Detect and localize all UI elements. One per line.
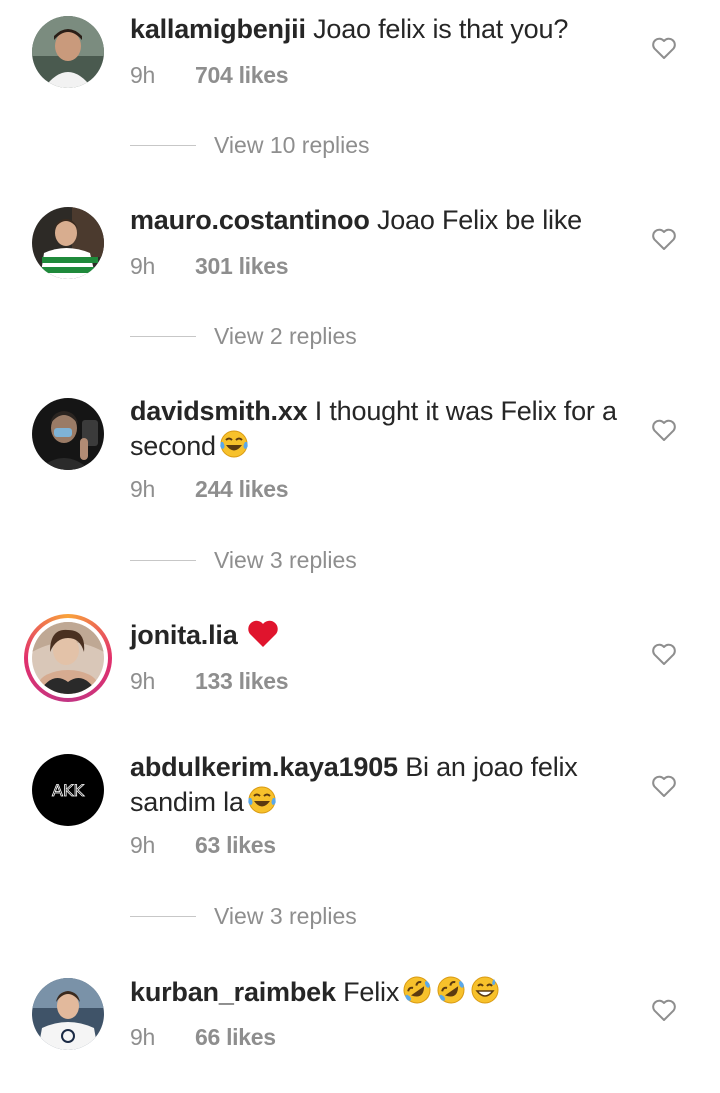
comment-text: Joao Felix be like — [376, 205, 582, 235]
heart-outline-icon[interactable] — [651, 774, 677, 798]
view-replies-button[interactable]: View 3 replies — [130, 901, 357, 931]
comment-meta: 9h 704 likes — [130, 62, 289, 89]
comment-username[interactable]: davidsmith.xx — [130, 396, 308, 426]
view-replies-button[interactable]: View 10 replies — [130, 130, 370, 160]
comment-time: 9h — [130, 668, 155, 694]
comment-username[interactable]: mauro.costantinoo — [130, 205, 370, 235]
view-replies-label[interactable]: View 3 replies — [214, 903, 357, 930]
comment-body: jonita.lia — [130, 618, 630, 652]
avatar[interactable] — [32, 398, 104, 470]
comment-time: 9h — [130, 62, 155, 88]
comment-time: 9h — [130, 1024, 155, 1050]
rolling-on-floor-laughing-emoji — [403, 976, 431, 1004]
avatar[interactable] — [32, 207, 104, 279]
comment-time: 9h — [130, 253, 155, 279]
tears-of-joy-emoji — [220, 430, 248, 458]
comment-likes[interactable]: 301 likes — [195, 253, 289, 279]
red-heart-emoji — [248, 620, 278, 647]
comment-username[interactable]: jonita.lia — [130, 620, 238, 650]
comment-time: 9h — [130, 832, 155, 858]
comment-username[interactable]: kallamigbenjii — [130, 14, 306, 44]
replies-divider — [130, 559, 196, 561]
heart-outline-icon[interactable] — [651, 642, 677, 666]
comment-meta: 9h 244 likes — [130, 476, 289, 503]
view-replies-label[interactable]: View 2 replies — [214, 323, 357, 350]
comment-body: abdulkerim.kaya1905 Bi an joao felix san… — [130, 750, 630, 819]
view-replies-button[interactable]: View 3 replies — [130, 545, 357, 575]
replies-divider — [130, 144, 196, 146]
avatar[interactable]: AKK — [32, 754, 104, 826]
avatar[interactable] — [32, 978, 104, 1050]
comment-body: kurban_raimbek Felix — [130, 974, 630, 1009]
tears-of-joy-emoji — [248, 786, 276, 814]
heart-outline-icon[interactable] — [651, 998, 677, 1022]
view-replies-label[interactable]: View 10 replies — [214, 132, 370, 159]
replies-divider — [130, 335, 196, 337]
comment-body: kallamigbenjii Joao felix is that you? — [130, 12, 630, 46]
rolling-on-floor-laughing-emoji — [437, 976, 465, 1004]
comment-meta: 9h 133 likes — [130, 668, 289, 695]
heart-outline-icon[interactable] — [651, 227, 677, 251]
comment-meta: 9h 63 likes — [130, 832, 276, 859]
comment-text: Joao felix is that you? — [313, 14, 569, 44]
comment-body: mauro.costantinoo Joao Felix be like — [130, 203, 630, 237]
grinning-sweat-emoji — [471, 976, 499, 1004]
comment-username[interactable]: abdulkerim.kaya1905 — [130, 752, 398, 782]
comment-meta: 9h 66 likes — [130, 1024, 276, 1051]
comment-likes[interactable]: 133 likes — [195, 668, 289, 694]
replies-divider — [130, 915, 196, 917]
avatar[interactable] — [32, 16, 104, 88]
comment-likes[interactable]: 704 likes — [195, 62, 289, 88]
comment-body: davidsmith.xx I thought it was Felix for… — [130, 394, 630, 463]
story-ring[interactable] — [24, 614, 112, 702]
avatar[interactable] — [32, 622, 104, 694]
view-replies-button[interactable]: View 2 replies — [130, 321, 357, 351]
comment-time: 9h — [130, 476, 155, 502]
heart-outline-icon[interactable] — [651, 418, 677, 442]
avatar-initials: AKK — [52, 781, 84, 800]
heart-outline-icon[interactable] — [651, 36, 677, 60]
comment-likes[interactable]: 63 likes — [195, 832, 276, 858]
comment-likes[interactable]: 244 likes — [195, 476, 289, 502]
comment-meta: 9h 301 likes — [130, 253, 289, 280]
comment-username[interactable]: kurban_raimbek — [130, 977, 336, 1007]
comment-likes[interactable]: 66 likes — [195, 1024, 276, 1050]
view-replies-label[interactable]: View 3 replies — [214, 547, 357, 574]
comment-text: Felix — [343, 977, 400, 1007]
